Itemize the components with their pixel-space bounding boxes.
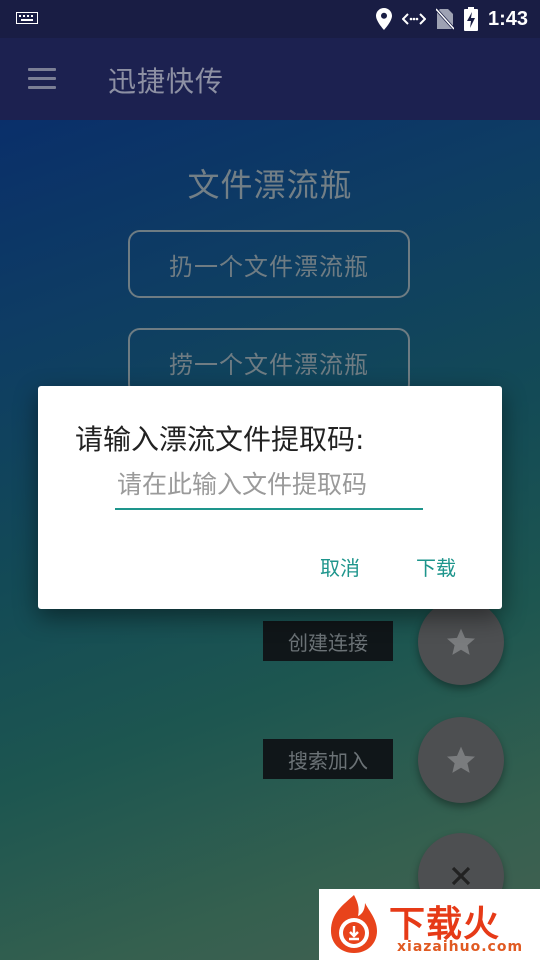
data-sync-icon [401,13,426,25]
location-icon [375,8,392,30]
watermark: 下载火 xiazaihuo.com [319,889,540,960]
star-icon [447,628,475,655]
keyboard-icon [16,12,38,24]
search-join-fab[interactable] [418,717,504,803]
flame-logo-icon [331,895,377,953]
extract-code-dialog: 请输入漂流文件提取码: 取消 下载 [38,386,502,609]
create-connection-label[interactable]: 创建连接 [263,621,393,661]
app-title: 迅捷快传 [108,65,225,98]
star-icon [447,746,475,773]
status-bar: 1:43 [0,0,540,38]
cancel-button[interactable]: 取消 [320,552,360,581]
status-time: 1:43 [487,7,528,30]
throw-bottle-button[interactable]: 扔一个文件漂流瓶 [128,230,410,298]
no-sim-icon [435,8,454,30]
section-title: 文件漂流瓶 [187,166,353,204]
extract-code-input[interactable] [115,464,423,510]
create-connection-fab[interactable] [418,599,504,685]
dialog-title: 请输入漂流文件提取码: [75,423,365,456]
status-icons: 1:43 [375,0,528,38]
watermark-url: xiazaihuo.com [397,939,524,955]
app-bar: 迅捷快传 [0,38,540,120]
battery-charging-icon [463,7,478,31]
menu-icon[interactable] [26,65,58,93]
download-button[interactable]: 下载 [416,552,456,581]
close-icon [451,866,471,886]
search-join-label[interactable]: 搜索加入 [263,739,393,779]
